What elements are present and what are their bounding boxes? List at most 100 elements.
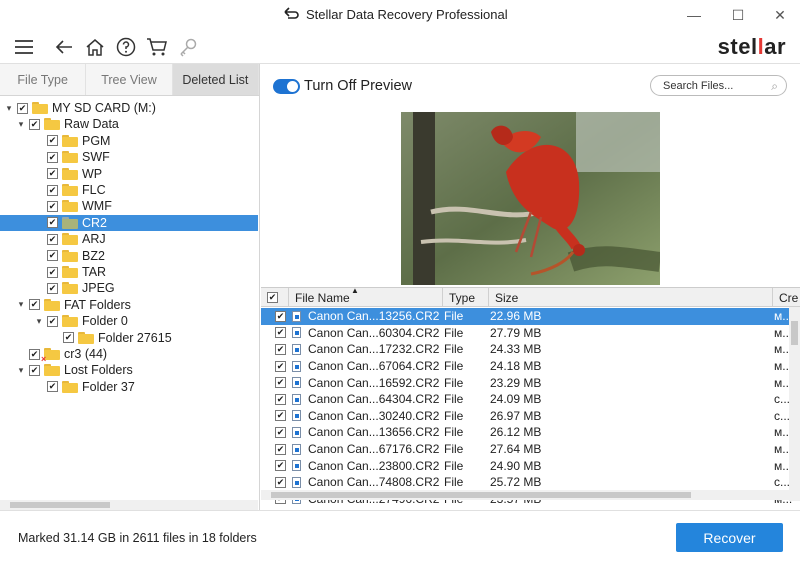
scrollbar-thumb[interactable] bbox=[271, 492, 691, 498]
table-row[interactable]: ✔ Canon Can...67176.CR2 File 27.64 MB м... bbox=[261, 441, 792, 458]
activation-key-button[interactable] bbox=[177, 36, 199, 58]
scrollbar-thumb[interactable] bbox=[10, 502, 110, 508]
expand-chevron-icon[interactable]: ▾ bbox=[34, 316, 44, 326]
tree-node-checkbox[interactable]: ✔ bbox=[63, 332, 74, 344]
tree-node-checkbox[interactable]: ✔ bbox=[47, 381, 58, 393]
column-header-file-name[interactable]: File Name ▲ bbox=[289, 286, 443, 307]
grid-vertical-scrollbar[interactable] bbox=[789, 307, 800, 501]
tree-node[interactable]: ✔ FLC bbox=[0, 182, 258, 198]
tree-node-label: WP bbox=[82, 166, 103, 181]
table-row[interactable]: ✔ Canon Can...60304.CR2 File 27.79 MB м... bbox=[261, 325, 792, 342]
scrollbar-thumb[interactable] bbox=[791, 321, 798, 345]
table-row[interactable]: ✔ Canon Can...67064.CR2 File 24.18 MB м... bbox=[261, 358, 792, 375]
row-checkbox[interactable]: ✔ bbox=[275, 377, 286, 389]
left-panel: File Type Tree View Deleted List ▾ ✔ MY SD… bbox=[0, 64, 260, 510]
tree-node[interactable]: ✔ WMF bbox=[0, 198, 258, 214]
tree-node[interactable]: ▾ ✔ Lost Folders bbox=[0, 362, 258, 378]
row-checkbox[interactable]: ✔ bbox=[275, 476, 286, 488]
tree-node[interactable]: ✔ WP bbox=[0, 166, 258, 182]
folder-icon bbox=[62, 167, 78, 180]
tree-node[interactable]: ▾ ✔ Folder 0 bbox=[0, 313, 258, 329]
tree-node-checkbox[interactable]: ✔ bbox=[47, 217, 58, 229]
tree-node-checkbox[interactable]: ✔ bbox=[47, 266, 58, 278]
expand-chevron-icon[interactable]: ▾ bbox=[16, 299, 26, 310]
tree-node[interactable]: ✔ CR2 bbox=[0, 214, 258, 231]
home-button[interactable] bbox=[84, 36, 106, 58]
tree-node-checkbox[interactable]: ✔ bbox=[47, 200, 58, 212]
row-checkbox[interactable]: ✔ bbox=[275, 310, 286, 322]
tree-node[interactable]: ✔ SWF bbox=[0, 149, 258, 165]
tree-node-checkbox[interactable]: ✔ bbox=[47, 233, 58, 245]
back-button[interactable] bbox=[53, 36, 75, 58]
tree-node-checkbox[interactable]: ✔ bbox=[47, 315, 58, 327]
tree-node-checkbox[interactable]: ✔ bbox=[47, 135, 58, 147]
expand-chevron-icon[interactable]: ▾ bbox=[16, 365, 26, 375]
folder-icon bbox=[62, 216, 78, 229]
preview-toggle[interactable] bbox=[273, 79, 300, 94]
tree-node-checkbox[interactable]: ✔ bbox=[47, 282, 58, 294]
file-grid: ✔ File Name ▲ Type Size Cre ✔ Canon Can...… bbox=[261, 286, 800, 506]
search-input[interactable]: Search Files... ⌕ bbox=[650, 75, 787, 96]
tree-node[interactable]: ▾ ✔ Raw Data bbox=[0, 116, 258, 132]
tree-node[interactable]: ✔ ARJ bbox=[0, 231, 258, 247]
tree-node-checkbox[interactable]: ✔ bbox=[29, 348, 40, 360]
folder-icon bbox=[62, 184, 78, 196]
file-type-cell: File bbox=[444, 359, 464, 374]
tree-node-checkbox[interactable]: ✔ bbox=[47, 184, 58, 196]
row-checkbox[interactable]: ✔ bbox=[275, 460, 286, 472]
table-row[interactable]: ✔ Canon Can...13256.CR2 File 22.96 MB м... bbox=[261, 308, 792, 325]
tab-tree-view[interactable]: Tree View bbox=[86, 64, 173, 95]
tab-deleted-list[interactable]: Deleted List bbox=[172, 64, 259, 95]
tree-node[interactable]: ✔ TAR bbox=[0, 264, 258, 280]
tree-node-checkbox[interactable]: ✔ bbox=[29, 299, 40, 311]
row-checkbox[interactable]: ✔ bbox=[275, 360, 286, 372]
tree-horizontal-scrollbar[interactable] bbox=[0, 500, 258, 510]
close-button[interactable]: ✕ bbox=[760, 0, 800, 30]
help-button[interactable] bbox=[115, 36, 137, 58]
column-header-created[interactable]: Cre bbox=[773, 288, 800, 307]
table-row[interactable]: ✔ Canon Can...30240.CR2 File 26.97 MB с... bbox=[261, 408, 790, 425]
search-icon[interactable]: ⌕ bbox=[771, 79, 778, 94]
minimize-button[interactable]: — bbox=[674, 0, 714, 30]
table-row[interactable]: ✔ Canon Can...16592.CR2 File 23.29 MB м... bbox=[261, 374, 792, 391]
tree-node-checkbox[interactable]: ✔ bbox=[47, 250, 58, 262]
menu-icon bbox=[15, 40, 33, 54]
cart-button[interactable] bbox=[146, 36, 168, 58]
tree-node[interactable]: ✔ Folder 37 bbox=[0, 379, 258, 395]
tree-node-checkbox[interactable]: ✔ bbox=[47, 168, 58, 180]
tree-node[interactable]: ▾ ✔ FAT Folders bbox=[0, 297, 258, 313]
row-checkbox[interactable]: ✔ bbox=[275, 327, 286, 339]
row-checkbox[interactable]: ✔ bbox=[275, 426, 286, 438]
tree-node-checkbox[interactable]: ✔ bbox=[29, 364, 40, 376]
expand-chevron-icon[interactable]: ▾ bbox=[4, 103, 14, 113]
tree-node-checkbox[interactable]: ✔ bbox=[17, 102, 28, 114]
maximize-button[interactable]: ☐ bbox=[718, 0, 758, 30]
tree-node[interactable]: ✔ PGM bbox=[0, 133, 258, 149]
tree-node[interactable]: ✔ JPEG bbox=[0, 280, 258, 296]
column-header-size[interactable]: Size bbox=[489, 288, 773, 307]
row-checkbox[interactable]: ✔ bbox=[275, 393, 286, 405]
table-row[interactable]: ✔ Canon Can...74808.CR2 File 25.72 MB с... bbox=[261, 474, 790, 491]
table-row[interactable]: ✔ Canon Can...23800.CR2 File 24.90 MB м... bbox=[261, 457, 792, 474]
tree-node[interactable]: ✔ × cr3 (44) bbox=[0, 346, 258, 364]
expand-chevron-icon[interactable]: ▾ bbox=[16, 119, 26, 129]
tree-node[interactable]: ✔ BZ2 bbox=[0, 248, 258, 264]
menu-button[interactable] bbox=[13, 36, 35, 58]
table-row[interactable]: ✔ Canon Can...13656.CR2 File 26.12 MB м... bbox=[261, 424, 792, 441]
tree-node[interactable]: ▾ ✔ MY SD CARD (M:) bbox=[0, 100, 258, 116]
tree-node-checkbox[interactable]: ✔ bbox=[47, 151, 58, 163]
table-row[interactable]: ✔ Canon Can...64304.CR2 File 24.09 MB с... bbox=[261, 391, 790, 408]
tab-file-type[interactable]: File Type bbox=[0, 64, 87, 95]
row-checkbox[interactable]: ✔ bbox=[275, 410, 286, 422]
recover-button[interactable]: Recover bbox=[676, 523, 783, 552]
folder-icon bbox=[44, 118, 60, 131]
grid-horizontal-scrollbar[interactable] bbox=[261, 490, 789, 500]
select-all-checkbox[interactable]: ✔ bbox=[267, 292, 278, 303]
row-checkbox[interactable]: ✔ bbox=[275, 443, 286, 455]
row-checkbox[interactable]: ✔ bbox=[275, 343, 286, 355]
tree-node[interactable]: ✔ Folder 27615 bbox=[0, 330, 258, 346]
tree-node-checkbox[interactable]: ✔ bbox=[29, 118, 40, 130]
file-icon bbox=[292, 360, 301, 372]
table-row[interactable]: ✔ Canon Can...17232.CR2 File 24.33 MB м... bbox=[261, 341, 792, 358]
column-header-type[interactable]: Type bbox=[443, 288, 489, 307]
